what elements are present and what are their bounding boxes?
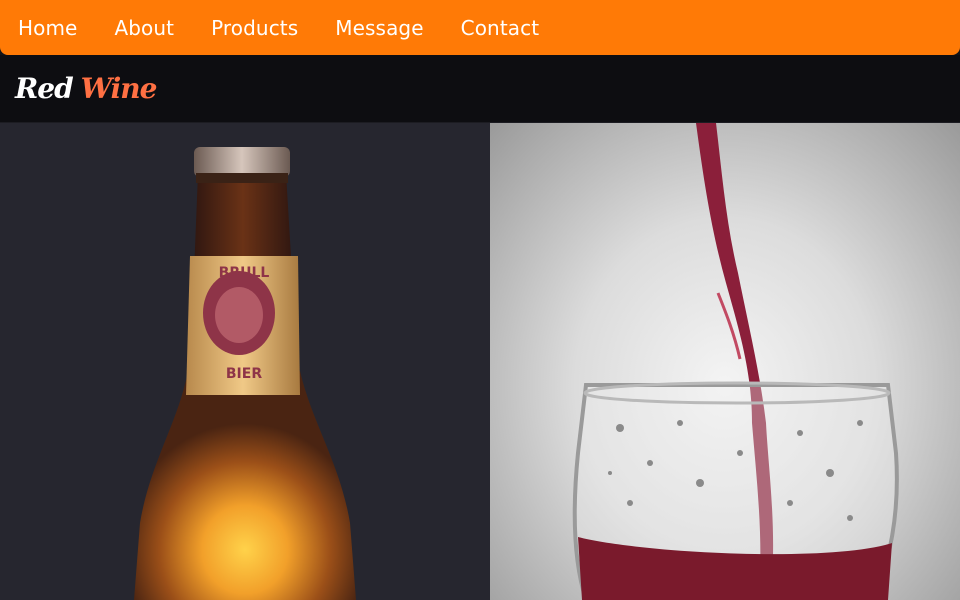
brand-header: Red Wine [0, 55, 960, 123]
hero-banner: BRULL BIER [0, 123, 960, 600]
site-logo[interactable]: Red Wine [15, 72, 158, 105]
nav-link-about[interactable]: About [114, 18, 174, 38]
wine-pouring-glass-image [490, 123, 960, 600]
svg-text:BRULL: BRULL [219, 265, 270, 281]
nav-link-products[interactable]: Products [211, 18, 298, 38]
nav-link-home[interactable]: Home [18, 18, 77, 38]
nav-link-contact[interactable]: Contact [461, 18, 540, 38]
logo-word-red: Red [15, 72, 74, 105]
logo-word-wine: Wine [80, 72, 158, 105]
beer-bottle-image: BRULL BIER [0, 123, 490, 600]
svg-text:BIER: BIER [226, 366, 262, 382]
top-navigation-bar: Home About Products Message Contact [0, 0, 960, 55]
nav-link-message[interactable]: Message [335, 18, 423, 38]
